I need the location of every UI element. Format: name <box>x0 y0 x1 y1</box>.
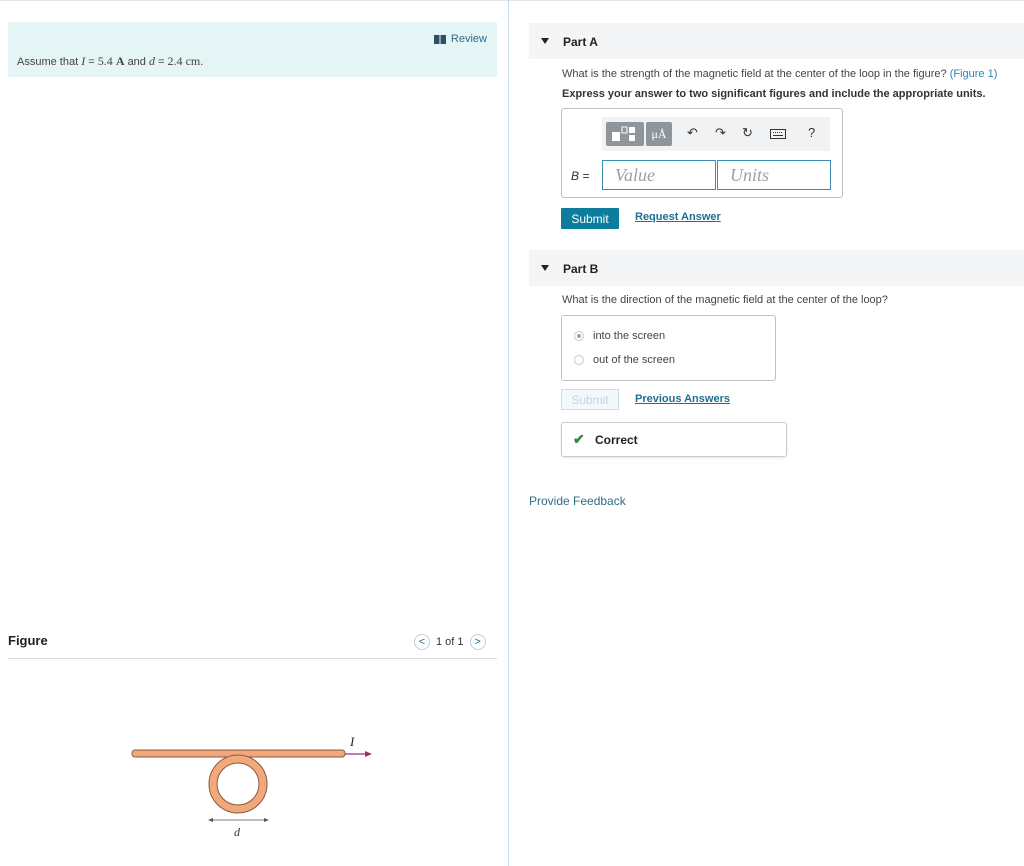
units-input[interactable]: Units <box>717 160 831 190</box>
direction-options: into the screen out of the screen <box>561 315 776 381</box>
prev-figure-button[interactable]: < <box>414 634 430 650</box>
equals-sign: = <box>88 56 95 68</box>
figure-pager: < 1 of 1 > <box>414 634 486 650</box>
current-arrowhead <box>365 751 372 757</box>
b-variable-label: B = <box>571 169 589 183</box>
figure-link[interactable]: (Figure 1) <box>950 68 998 80</box>
and-word: and <box>127 56 146 68</box>
part-a-instruction: Express your answer to two significant f… <box>562 88 986 100</box>
part-a-header[interactable]: Part A <box>529 23 1024 59</box>
checkmark-icon: ✔ <box>573 431 585 447</box>
option-out-of-screen[interactable]: out of the screen <box>574 354 675 366</box>
current-unit: A <box>115 54 125 68</box>
math-toolbar: μÅ ↶ ↷ ↻ ? <box>602 117 830 151</box>
b-variable-text: B = <box>571 169 590 183</box>
given-values: Assume that I = 5.4 A and d = 2.4 cm. <box>17 54 203 69</box>
part-b-header[interactable]: Part B <box>529 250 1024 286</box>
part-a-question: What is the strength of the magnetic fie… <box>562 68 997 80</box>
result-box: ✔ Correct <box>561 422 787 457</box>
intro-prefix: Assume that <box>17 56 79 68</box>
templates-button[interactable] <box>606 122 644 146</box>
review-link[interactable]: Review <box>433 33 487 45</box>
collapse-triangle-icon <box>541 38 549 44</box>
period: . <box>200 56 204 68</box>
wire-loop-fill <box>209 755 267 813</box>
wire-loop-figure: I d <box>131 734 372 839</box>
result-text: Correct <box>595 433 638 447</box>
part-b-submit-button: Submit <box>561 389 619 410</box>
previous-answers-link[interactable]: Previous Answers <box>635 393 730 405</box>
part-a-question-text: What is the strength of the magnetic fie… <box>562 68 947 80</box>
figure-separator <box>8 658 497 659</box>
review-label: Review <box>450 33 487 45</box>
next-figure-button[interactable]: > <box>469 634 486 650</box>
current-symbol: I <box>81 54 86 68</box>
diameter-arrowhead-right <box>264 818 269 822</box>
templates-icon <box>612 126 635 141</box>
value-input[interactable]: Value <box>602 160 716 190</box>
option-into-screen[interactable]: into the screen <box>574 330 665 342</box>
part-b-question: What is the direction of the magnetic fi… <box>562 294 888 306</box>
option-label: into the screen <box>593 330 666 342</box>
problem-intro: Review Assume that I = 5.4 A and d = 2.4… <box>8 22 497 77</box>
current-value: 5.4 <box>97 54 113 68</box>
provide-feedback-link[interactable]: Provide Feedback <box>529 494 626 508</box>
radio-unselected[interactable] <box>574 355 584 365</box>
figure-page-count: 1 of 1 <box>436 636 464 648</box>
equals-sign: = <box>158 56 165 68</box>
top-border <box>0 0 1024 1</box>
diameter-unit: cm <box>185 54 201 68</box>
pane-divider <box>508 0 509 866</box>
diameter-symbol: d <box>148 54 155 68</box>
reset-icon[interactable]: ↻ <box>742 125 753 141</box>
radio-selected[interactable] <box>574 331 584 341</box>
undo-icon[interactable]: ↶ <box>687 125 698 141</box>
diameter-label: d <box>234 825 241 839</box>
part-a-submit-button[interactable]: Submit <box>561 208 619 229</box>
current-label: I <box>349 734 355 749</box>
figure-title: Figure <box>8 633 48 648</box>
answer-entry-box: μÅ ↶ ↷ ↻ ? B = Value Units <box>561 108 843 198</box>
option-label: out of the screen <box>593 354 675 366</box>
units-button[interactable]: μÅ <box>646 122 672 146</box>
request-answer-link[interactable]: Request Answer <box>635 211 721 223</box>
diameter-arrowhead-left <box>208 818 213 822</box>
diameter-value: 2.4 <box>167 54 183 68</box>
collapse-triangle-icon <box>541 265 549 271</box>
part-b-label: Part B <box>563 262 599 276</box>
keyboard-icon[interactable] <box>770 127 786 142</box>
book-icon <box>433 34 446 44</box>
help-icon[interactable]: ? <box>808 125 815 140</box>
part-a-label: Part A <box>563 35 598 49</box>
redo-icon[interactable]: ↷ <box>715 125 726 141</box>
